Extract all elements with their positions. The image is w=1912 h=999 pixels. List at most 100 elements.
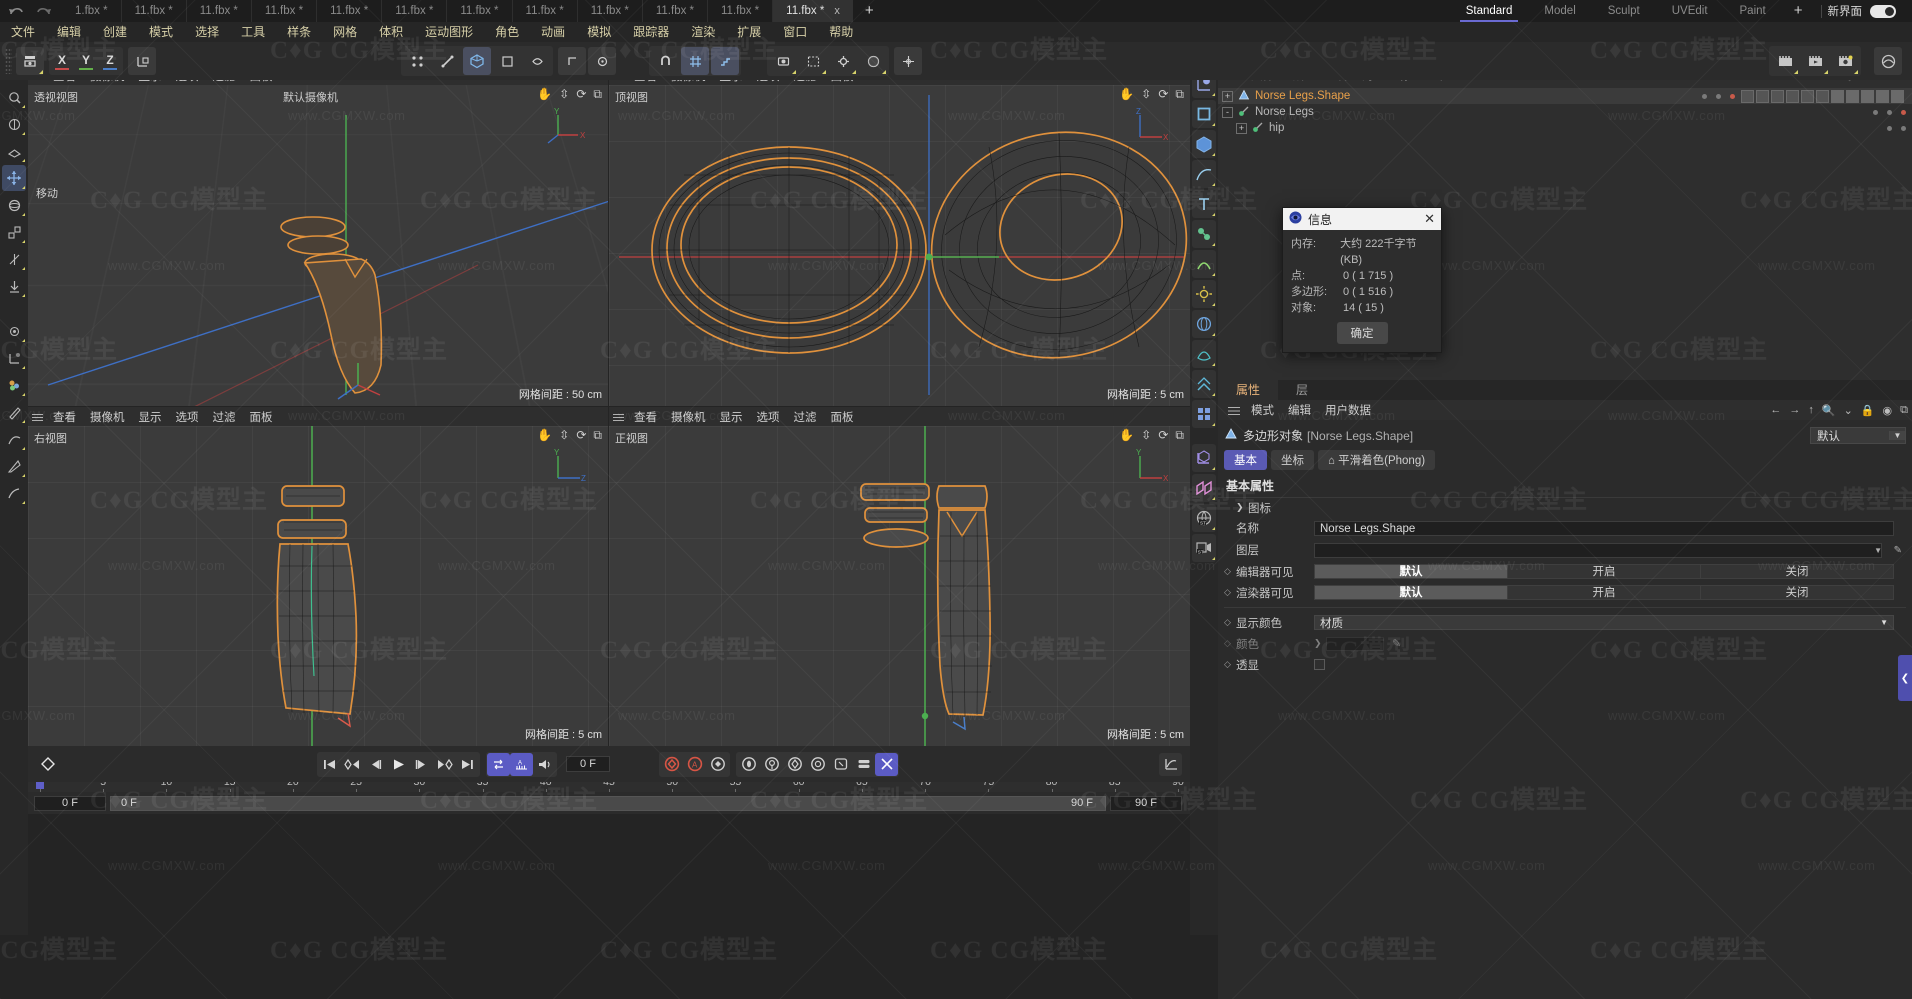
viewport-perspective-body[interactable]: 透视视图 默认摄像机 移动 Y X ✋ ⇳ ⟳ ⧉ 网格间距: 50 cm xyxy=(28,85,608,406)
render-settings-main-icon[interactable] xyxy=(1831,47,1859,75)
viewport-top-body[interactable]: 顶视图 Z X ✋ ⇳ ⟳ ⧉ 网格间距: 5 cm xyxy=(609,85,1190,406)
sculpt-icon[interactable] xyxy=(2,480,26,506)
attributes-tabs[interactable]: 属性层 xyxy=(1218,380,1912,400)
edge-mode-icon[interactable] xyxy=(433,47,461,75)
layer-color-dot[interactable] xyxy=(1730,93,1735,99)
render-visible-segmented[interactable]: 默认 开启 关闭 xyxy=(1314,585,1894,600)
document-tab[interactable]: 11.fbx * xyxy=(447,0,513,22)
redo-icon[interactable] xyxy=(35,5,52,18)
visibility-dots[interactable] xyxy=(1873,109,1912,115)
object-tag-icon[interactable] xyxy=(1876,89,1889,103)
workplane-icon[interactable] xyxy=(558,47,586,75)
rotation-icon[interactable] xyxy=(760,753,783,776)
environment-icon[interactable] xyxy=(1192,310,1216,338)
lock-icon[interactable]: 🔒 xyxy=(1857,404,1879,417)
viewport-right[interactable]: 查看 摄像机 显示 选项 过滤 面板 右视图 Y Z ✋ ⇳ ⟳ ⧉ 网格间距 … xyxy=(28,407,608,746)
polygon-pen-icon[interactable] xyxy=(2,426,26,452)
axis-center-icon[interactable] xyxy=(588,47,616,75)
attributes-menubar[interactable]: 模式 编辑 用户数据 ← → ↑ 🔍 ⌄ 🔒 ◉ ⧉ xyxy=(1218,400,1912,420)
scale-icon[interactable] xyxy=(783,753,806,776)
render-region-icon[interactable] xyxy=(799,47,827,75)
chevron-right-icon[interactable]: ❯ xyxy=(1236,502,1248,513)
render-visibility-dot[interactable] xyxy=(1887,109,1892,115)
attributes-pill-tabs[interactable]: 基本 坐标 ⌂ 平滑着色(Phong) xyxy=(1218,448,1912,475)
menu-item-渲染[interactable]: 渲染 xyxy=(680,22,726,42)
object-tag-icon[interactable] xyxy=(1816,89,1829,103)
render-visibility-dot[interactable] xyxy=(1901,125,1906,131)
menu-item-扩展[interactable]: 扩展 xyxy=(726,22,772,42)
quantize-icon[interactable] xyxy=(711,47,739,75)
pan-icon[interactable]: ✋ xyxy=(1119,87,1134,102)
row-editor-visible[interactable]: ◇ 编辑器可见 默认 开启 关闭 xyxy=(1218,561,1912,582)
object-tag-icon[interactable] xyxy=(1756,89,1769,103)
undo-icon[interactable] xyxy=(8,5,25,18)
object-tag-icon[interactable] xyxy=(1831,89,1844,103)
layout-tabs[interactable]: Standard Model Sculpt UVEdit Paint + 新界面 xyxy=(1450,0,1912,22)
vp-menu-camera[interactable]: 摄像机 xyxy=(83,409,132,425)
param-icon[interactable] xyxy=(806,753,829,776)
row-name[interactable]: 名称 Norse Legs.Shape xyxy=(1218,517,1912,539)
attributes-pill-坐标[interactable]: 坐标 xyxy=(1271,450,1314,470)
document-tab-active[interactable]: 11.fbx * x xyxy=(773,0,853,22)
dolly-icon[interactable]: ⇳ xyxy=(1141,87,1151,102)
menu-item-帮助[interactable]: 帮助 xyxy=(818,22,864,42)
viewport-right-body[interactable]: 右视图 Y Z ✋ ⇳ ⟳ ⧉ 网格间距: 5 cm xyxy=(28,426,608,746)
vp-menu-display[interactable]: 显示 xyxy=(713,409,750,425)
move-icon[interactable] xyxy=(2,165,26,191)
toggle-icon[interactable] xyxy=(875,752,898,776)
text-icon[interactable] xyxy=(1192,190,1216,218)
document-tab[interactable]: 11.fbx * xyxy=(578,0,643,22)
segment-option-开启[interactable]: 开启 xyxy=(1508,564,1701,579)
cube-primitive-icon[interactable] xyxy=(1192,130,1216,158)
menu-bar[interactable]: 文件 编辑 创建 模式 选择 工具 样条 网格 体积 运动图形 角色 动画 模拟 跟踪器 渲染 扩展 窗口 帮助 xyxy=(0,22,1912,42)
vp-menu-options[interactable]: 选项 xyxy=(750,409,787,425)
render-queue-icon[interactable] xyxy=(1801,47,1829,75)
document-tab[interactable]: 11.fbx * xyxy=(122,0,187,22)
viewport-top[interactable]: 查看 摄像机 显示 选项 过滤 面板 顶视图 xyxy=(609,66,1190,406)
row-layer[interactable]: 图层 ▼ ✎ xyxy=(1218,539,1912,561)
render-preview-icon[interactable] xyxy=(1771,47,1799,75)
editor-visible-segmented[interactable]: 默认 开启 关闭 xyxy=(1314,564,1894,579)
undo-redo-tool-icon[interactable] xyxy=(16,47,44,75)
document-tab[interactable]: 11.fbx * xyxy=(513,0,578,22)
prev-key-icon[interactable] xyxy=(341,753,364,776)
menu-item-动画[interactable]: 动画 xyxy=(530,22,576,42)
vp-menu-filter[interactable]: 过滤 xyxy=(206,409,243,425)
chevron-down-icon[interactable]: ▼ xyxy=(1889,431,1905,440)
menu-item-窗口[interactable]: 窗口 xyxy=(772,22,818,42)
object-tag-icon[interactable] xyxy=(1861,89,1874,103)
autokey-record-icon[interactable]: A xyxy=(683,753,706,776)
layer-color-dot[interactable] xyxy=(1901,109,1906,115)
live-selection-icon[interactable] xyxy=(2,84,26,110)
menu-item-编辑[interactable]: 编辑 xyxy=(46,22,92,42)
sound-icon[interactable] xyxy=(533,753,556,776)
goto-end-icon[interactable] xyxy=(456,753,479,776)
spline-icon[interactable] xyxy=(1192,160,1216,188)
rotate-icon[interactable]: ⟳ xyxy=(1158,87,1168,102)
object-tag-icon[interactable] xyxy=(1771,89,1784,103)
viewport-nav-front[interactable]: ✋ ⇳ ⟳ ⧉ xyxy=(1119,428,1184,443)
xpresso-icon[interactable]: ST xyxy=(1192,504,1216,532)
menu-item-角色[interactable]: 角色 xyxy=(484,22,530,42)
layout-tab-paint[interactable]: Paint xyxy=(1724,0,1782,22)
editor-visibility-dot[interactable] xyxy=(1873,109,1878,115)
spline-pen-icon[interactable] xyxy=(2,399,26,425)
world-coord-icon[interactable] xyxy=(128,47,156,75)
x-axis-lock[interactable]: X xyxy=(51,48,73,74)
maximize-icon[interactable]: ⧉ xyxy=(1175,428,1184,443)
deformer-icon[interactable] xyxy=(1192,250,1216,278)
layer-input[interactable] xyxy=(1314,542,1882,558)
polygon-mode-icon[interactable] xyxy=(463,47,491,75)
edit-pencil-icon[interactable]: ✎ xyxy=(1894,545,1902,556)
menu-item-网格[interactable]: 网格 xyxy=(322,22,368,42)
keyframe-diamond-icon[interactable] xyxy=(36,753,59,776)
preview-range-slider[interactable]: 0 F 90 F xyxy=(110,795,1106,811)
texture-mode-icon[interactable] xyxy=(523,47,551,75)
pan-icon[interactable]: ✋ xyxy=(537,87,552,102)
visibility-dots[interactable] xyxy=(1702,93,1741,99)
menu-item-文件[interactable]: 文件 xyxy=(0,22,46,42)
row-icon[interactable]: ❯ 图标 xyxy=(1218,498,1912,517)
close-icon[interactable]: x xyxy=(834,0,840,22)
search-icon[interactable]: 🔍 xyxy=(1818,404,1840,417)
viewport-front-menu[interactable]: 查看 摄像机 显示 选项 过滤 面板 xyxy=(609,407,1190,426)
